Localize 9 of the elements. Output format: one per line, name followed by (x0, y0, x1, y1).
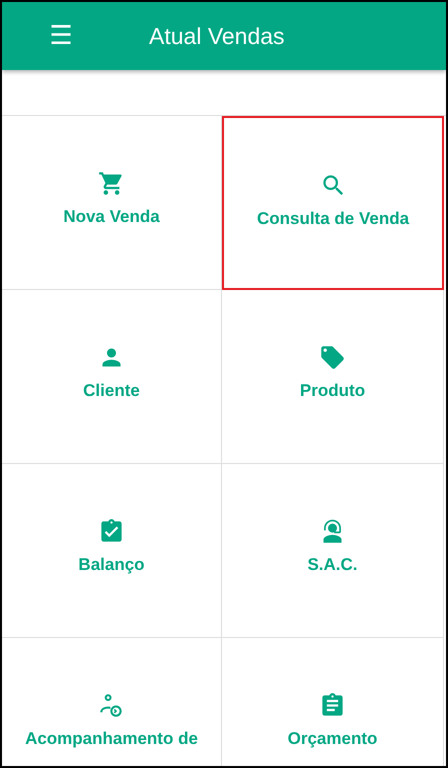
menu-button[interactable]: ☰ (46, 23, 76, 49)
app-title: Atual Vendas (149, 22, 285, 50)
menu-tile[interactable]: S.A.C. (222, 464, 444, 638)
menu-tile[interactable]: Cliente (2, 290, 222, 464)
menu-tile[interactable]: Produto (222, 290, 444, 464)
tag-icon (319, 344, 346, 371)
menu-tile[interactable]: Balanço (2, 464, 222, 638)
menu-tile[interactable]: Consulta de Venda (222, 116, 444, 290)
menu-tile[interactable]: Nova Venda (2, 116, 222, 290)
